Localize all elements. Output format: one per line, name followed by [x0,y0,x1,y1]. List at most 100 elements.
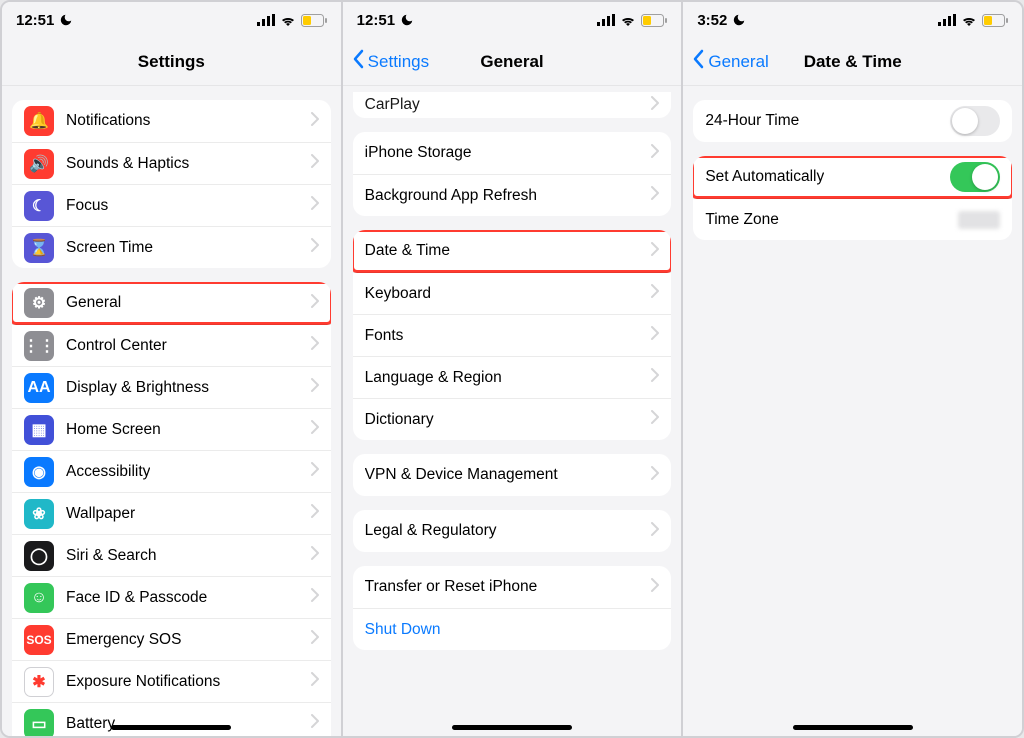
chevron-right-icon [311,378,319,397]
toggle-switch[interactable] [950,162,1000,192]
settings-row[interactable]: iPhone Storage [353,132,672,174]
chevron-right-icon [651,466,659,485]
status-bar: 12:51 [2,2,341,38]
settings-row[interactable]: Keyboard [353,272,672,314]
chevron-right-icon [651,284,659,303]
row-label: Focus [66,197,108,215]
chevron-right-icon [651,186,659,205]
wifi-icon [961,14,977,26]
settings-row[interactable]: ◉ Accessibility [12,450,331,492]
settings-row[interactable]: ▭ Battery [12,702,331,736]
settings-row[interactable]: Language & Region [353,356,672,398]
dnd-moon-icon [59,13,73,27]
highlight-box [12,282,331,325]
chevron-right-icon [651,522,659,541]
row-label: 24-Hour Time [705,112,799,130]
cellular-icon [257,14,275,26]
nav-bar: General Date & Time [683,38,1022,86]
home-indicator[interactable] [452,725,572,730]
toggle-switch[interactable] [950,106,1000,136]
settings-row[interactable]: ⚙︎ General [12,282,331,324]
row-label: Legal & Regulatory [365,522,497,540]
status-bar: 3:52 [683,2,1022,38]
focus-icon: ☾ [24,191,54,221]
chevron-right-icon [311,504,319,523]
settings-row[interactable]: Legal & Regulatory [353,510,672,552]
settings-row[interactable]: AA Display & Brightness [12,366,331,408]
settings-row[interactable]: ⌛ Screen Time [12,226,331,268]
row-label: Shut Down [365,621,441,639]
back-label: General [708,52,768,72]
chevron-right-icon [311,336,319,355]
page-title: Settings [138,52,205,72]
settings-row[interactable]: Date & Time [353,230,672,272]
row-label: Battery [66,715,115,733]
row-label: CarPlay [365,96,420,114]
settings-row[interactable]: ☾ Focus [12,184,331,226]
row-label: Display & Brightness [66,379,209,397]
settings-row[interactable]: Dictionary [353,398,672,440]
settings-row[interactable]: VPN & Device Management [353,454,672,496]
settings-row[interactable]: Shut Down [353,608,672,650]
wifi-icon [620,14,636,26]
chevron-right-icon [311,546,319,565]
settings-row[interactable]: ❀ Wallpaper [12,492,331,534]
row-label: Emergency SOS [66,631,181,649]
row-label: Date & Time [365,242,450,260]
row-label: General [66,294,121,312]
row-label: Time Zone [705,211,779,229]
chevron-right-icon [311,112,319,131]
row-label: Keyboard [365,285,431,303]
row-label: Home Screen [66,421,161,439]
settings-row[interactable]: SOS Emergency SOS [12,618,331,660]
back-button[interactable]: General [693,38,768,85]
row-label: Siri & Search [66,547,156,565]
clock: 12:51 [16,12,54,29]
dnd-moon-icon [732,13,746,27]
settings-row[interactable]: Time Zone [693,198,1012,240]
chevron-right-icon [651,578,659,597]
row-carplay[interactable]: CarPlay [353,92,672,118]
status-bar: 12:51 [343,2,682,38]
chevron-right-icon [311,672,319,691]
settings-row[interactable]: Set Automatically [693,156,1012,198]
row-label: Set Automatically [705,168,824,186]
date-time-screen: 3:52 Gen [681,2,1022,736]
row-label: Face ID & Passcode [66,589,207,607]
settings-row[interactable]: Background App Refresh [353,174,672,216]
clock: 3:52 [697,12,727,29]
settings-row[interactable]: ▦ Home Screen [12,408,331,450]
exposure-icon: ✱ [24,667,54,697]
general-screen: 12:51 Se [341,2,682,736]
wallpaper-icon: ❀ [24,499,54,529]
battery-icon: ▭ [24,709,54,737]
chevron-right-icon [311,294,319,313]
chevron-right-icon [311,154,319,173]
chevron-right-icon [311,588,319,607]
settings-row[interactable]: 24-Hour Time [693,100,1012,142]
back-button[interactable]: Settings [353,38,429,85]
cellular-icon [597,14,615,26]
settings-row[interactable]: ◯ Siri & Search [12,534,331,576]
back-label: Settings [368,52,429,72]
chevron-left-icon [693,49,705,74]
home-indicator[interactable] [111,725,231,730]
settings-row[interactable]: ☺ Face ID & Passcode [12,576,331,618]
settings-row[interactable]: Transfer or Reset iPhone [353,566,672,608]
settings-row[interactable]: ⋮⋮ Control Center [12,324,331,366]
chevron-left-icon [353,49,365,74]
nav-bar: Settings [2,38,341,86]
home-indicator[interactable] [793,725,913,730]
row-label: Language & Region [365,369,502,387]
row-label: Notifications [66,112,150,130]
page-title: General [480,52,543,72]
settings-row[interactable]: Fonts [353,314,672,356]
general-icon: ⚙︎ [24,288,54,318]
settings-row[interactable]: ✱ Exposure Notifications [12,660,331,702]
chevron-right-icon [311,630,319,649]
settings-row[interactable]: 🔔 Notifications [12,100,331,142]
siri-icon: ◯ [24,541,54,571]
battery-low-icon [641,14,667,27]
battery-low-icon [982,14,1008,27]
settings-row[interactable]: 🔊 Sounds & Haptics [12,142,331,184]
